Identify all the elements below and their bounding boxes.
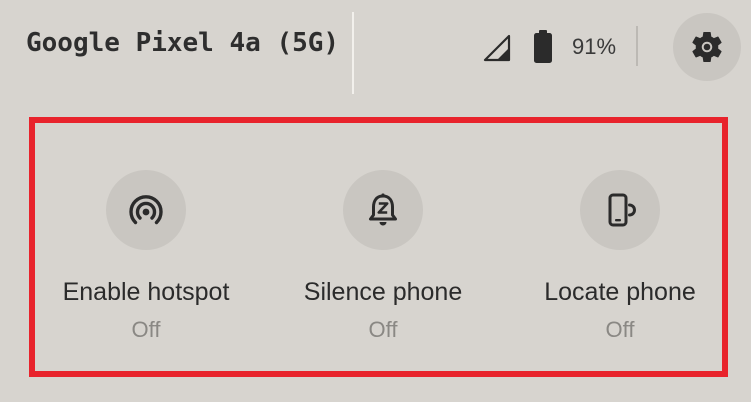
tile-state: Off bbox=[605, 317, 635, 342]
device-name: Google Pixel 4a (5G) bbox=[26, 28, 340, 58]
tile-state: Off bbox=[368, 317, 398, 342]
tile-label: Locate phone bbox=[544, 278, 696, 306]
silent-bell-icon bbox=[369, 193, 397, 226]
divider bbox=[636, 26, 638, 66]
signal-icon bbox=[483, 34, 511, 62]
tile-icon-container bbox=[343, 170, 423, 250]
tile-enable-hotspot[interactable]: Enable hotspot Off bbox=[26, 170, 266, 343]
tile-label: Silence phone bbox=[303, 278, 463, 306]
tile-silence-phone[interactable]: Silence phone Off bbox=[263, 170, 503, 343]
battery-percent: 91% bbox=[572, 34, 617, 59]
tile-label: Enable hotspot bbox=[62, 278, 230, 306]
status-bar: Google Pixel 4a (5G) 91% bbox=[0, 0, 751, 100]
tile-locate-phone[interactable]: Locate phone Off bbox=[500, 170, 740, 343]
divider bbox=[352, 12, 354, 94]
tile-icon-container bbox=[106, 170, 186, 250]
tile-state: Off bbox=[131, 317, 161, 342]
locate-phone-icon bbox=[608, 193, 636, 227]
tile-icon-container bbox=[580, 170, 660, 250]
hotspot-icon bbox=[129, 195, 163, 225]
battery-icon bbox=[534, 30, 552, 63]
settings-button[interactable] bbox=[673, 13, 741, 81]
gear-icon bbox=[692, 32, 722, 62]
